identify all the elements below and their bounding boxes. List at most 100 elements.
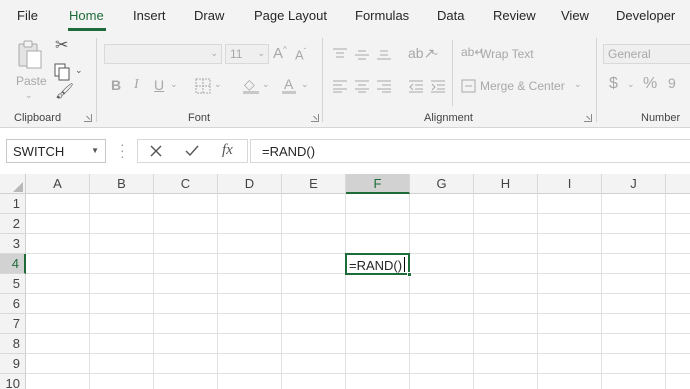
select-all-button[interactable] xyxy=(0,174,26,194)
tab-data[interactable]: Data xyxy=(437,8,464,23)
tab-file[interactable]: File xyxy=(17,8,38,23)
column-header[interactable]: C xyxy=(154,174,218,194)
gridline xyxy=(26,293,690,294)
align-right-icon[interactable] xyxy=(376,79,392,93)
row-header[interactable]: 5 xyxy=(0,274,26,294)
font-size-select[interactable]: 11 ⌄ xyxy=(225,44,269,64)
merge-center-icon xyxy=(461,79,476,93)
format-painter-icon[interactable]: 🖌 xyxy=(55,84,74,99)
align-top-icon[interactable] xyxy=(332,47,348,61)
cut-icon[interactable]: ✂ xyxy=(55,38,68,54)
column-header[interactable]: I xyxy=(538,174,602,194)
row-header[interactable]: 10 xyxy=(0,374,26,389)
column-header[interactable]: A xyxy=(26,174,90,194)
copy-icon[interactable] xyxy=(53,63,71,81)
fill-color-dropdown-chevron-icon[interactable]: ⌄ xyxy=(262,80,270,89)
column-header[interactable]: D xyxy=(218,174,282,194)
accounting-format-icon[interactable]: $ xyxy=(609,76,618,92)
clipboard-dialog-launcher-icon[interactable] xyxy=(84,114,92,122)
formula-input[interactable]: =RAND() xyxy=(250,139,690,163)
active-cell[interactable]: =RAND() xyxy=(345,253,410,275)
formula-buttons: fx xyxy=(137,139,248,163)
check-icon[interactable] xyxy=(184,144,200,158)
gridline xyxy=(409,194,410,389)
chevron-down-icon: ⌄ xyxy=(574,79,582,89)
row-header[interactable]: 7 xyxy=(0,314,26,334)
font-name-select[interactable]: ⌄ xyxy=(104,44,222,64)
tab-view[interactable]: View xyxy=(561,8,589,23)
number-format-select[interactable]: General xyxy=(603,44,690,64)
insert-function-icon[interactable]: fx xyxy=(222,142,233,159)
gridline xyxy=(89,194,90,389)
align-middle-icon[interactable] xyxy=(354,47,370,61)
copy-dropdown-chevron-icon[interactable]: ⌄ xyxy=(75,65,83,76)
merge-center-label: Merge & Center xyxy=(480,79,565,93)
clipboard-icon xyxy=(18,40,42,69)
font-dialog-launcher-icon[interactable] xyxy=(311,114,319,122)
gridline xyxy=(217,194,218,389)
tab-formulas[interactable]: Formulas xyxy=(355,8,409,23)
number-group-label: Number xyxy=(641,112,681,124)
alignment-dialog-launcher-icon[interactable] xyxy=(584,114,592,122)
gridline xyxy=(26,233,690,234)
increase-indent-icon[interactable] xyxy=(430,79,446,93)
chevron-down-icon: ⌄ xyxy=(210,48,218,58)
merge-center-button[interactable]: Merge & Center ⌄ xyxy=(461,78,586,96)
row-header[interactable]: 9 xyxy=(0,354,26,374)
column-headers: A B C D E F G H I J xyxy=(0,174,690,194)
orientation-dropdown-chevron-icon[interactable]: ⌄ xyxy=(432,48,440,57)
underline-button[interactable]: U xyxy=(154,78,164,92)
row-header[interactable]: 2 xyxy=(0,214,26,234)
gridline xyxy=(26,213,690,214)
chevron-down-icon: ⌄ xyxy=(257,48,265,58)
ribbon-divider xyxy=(596,38,597,122)
gridline xyxy=(26,353,690,354)
row-header[interactable]: 8 xyxy=(0,334,26,354)
column-header-selected[interactable]: F xyxy=(346,174,410,194)
ribbon-tabs: File Home Insert Draw Page Layout Formul… xyxy=(0,0,690,34)
tab-insert[interactable]: Insert xyxy=(133,8,166,23)
decrease-font-size-icon[interactable]: Aˇ xyxy=(295,48,306,62)
chevron-down-icon: ▼ xyxy=(91,146,99,155)
accounting-dropdown-chevron-icon[interactable]: ⌄ xyxy=(627,80,635,89)
close-icon[interactable] xyxy=(149,144,163,158)
wrap-text-button[interactable]: ab↵ Wrap Text xyxy=(461,46,541,64)
tab-home[interactable]: Home xyxy=(69,8,104,23)
font-color-dropdown-chevron-icon[interactable]: ⌄ xyxy=(301,80,309,89)
formula-bar: SWITCH ▼ · · · fx =RAND() xyxy=(0,128,690,174)
fill-handle[interactable] xyxy=(407,272,412,277)
tab-page-layout[interactable]: Page Layout xyxy=(254,8,327,23)
comma-style-icon[interactable]: 9 xyxy=(668,76,676,90)
align-bottom-icon[interactable] xyxy=(376,47,392,61)
underline-dropdown-chevron-icon[interactable]: ⌄ xyxy=(170,80,178,89)
increase-font-size-icon[interactable]: A^ xyxy=(273,46,287,62)
borders-dropdown-chevron-icon[interactable]: ⌄ xyxy=(214,80,222,89)
column-header[interactable]: H xyxy=(474,174,538,194)
gridline xyxy=(345,194,346,389)
row-header-selected[interactable]: 4 xyxy=(0,254,26,274)
borders-icon[interactable] xyxy=(195,78,211,94)
bold-button[interactable]: B xyxy=(111,78,121,92)
font-color-icon[interactable]: A xyxy=(282,76,296,94)
column-header[interactable]: B xyxy=(90,174,154,194)
row-header[interactable]: 6 xyxy=(0,294,26,314)
drag-handle-icon[interactable]: · · · xyxy=(120,137,125,163)
column-header[interactable]: G xyxy=(410,174,474,194)
row-header[interactable]: 1 xyxy=(0,194,26,214)
italic-button[interactable]: I xyxy=(134,78,139,92)
tab-developer[interactable]: Developer xyxy=(616,8,675,23)
text-cursor xyxy=(404,257,406,272)
column-header[interactable]: J xyxy=(602,174,666,194)
row-header[interactable]: 3 xyxy=(0,234,26,254)
fill-color-icon[interactable]: ◇ xyxy=(243,76,259,94)
worksheet-grid: A B C D E F G H I J 1 2 3 4 5 6 7 8 9 10… xyxy=(0,174,690,389)
align-left-icon[interactable] xyxy=(332,79,348,93)
align-center-icon[interactable] xyxy=(354,79,370,93)
column-header[interactable]: E xyxy=(282,174,346,194)
tab-draw[interactable]: Draw xyxy=(194,8,224,23)
percent-style-icon[interactable]: % xyxy=(643,76,657,92)
name-box[interactable]: SWITCH ▼ xyxy=(6,139,106,163)
tab-review[interactable]: Review xyxy=(493,8,536,23)
paste-button[interactable]: Paste ⌄ xyxy=(10,38,48,104)
decrease-indent-icon[interactable] xyxy=(408,79,424,93)
